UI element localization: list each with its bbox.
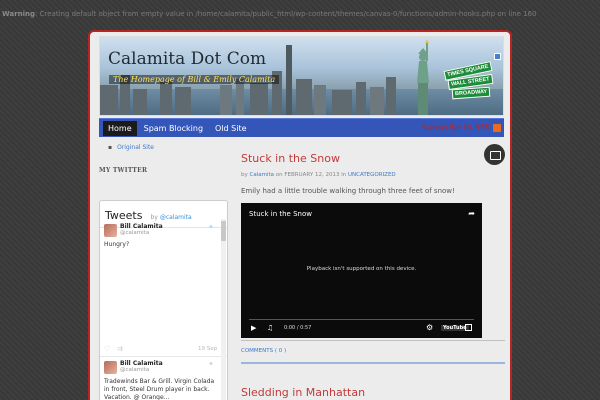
rss-icon[interactable] (493, 124, 501, 132)
play-icon[interactable]: ▶ (251, 324, 256, 332)
video-progress-bar[interactable] (249, 319, 474, 320)
nav-item-spam-blocking[interactable]: Spam Blocking (139, 121, 208, 136)
building (220, 85, 232, 115)
nav-item-old-site[interactable]: Old Site (210, 121, 252, 136)
building (386, 77, 396, 115)
twitter-timeline[interactable]: Tweets by @calamita Bill Calamita @calam… (99, 200, 228, 400)
post-body: Emily had a little trouble walking throu… (241, 187, 455, 195)
comments-link[interactable]: COMMENTS ( 0 ) (241, 348, 505, 354)
twitter-bird-icon: ✦ (208, 360, 214, 368)
tweet-author-name[interactable]: Bill Calamita (120, 223, 163, 230)
post-date: FEBRUARY 12, 2013 (284, 172, 340, 178)
statue-of-liberty-icon (417, 39, 429, 115)
main-content: Stuck in the Snow by Calamita on FEBRUAR… (241, 144, 505, 399)
building (332, 90, 352, 115)
video-title[interactable]: Stuck in the Snow (249, 210, 312, 218)
post-meta: by Calamita on FEBRUARY 12, 2013 in UNCA… (241, 172, 505, 178)
video-player[interactable]: Stuck in the Snow ➦ Playback isn't suppo… (241, 203, 482, 338)
image-icon (494, 53, 501, 60)
tweet-actions: ♡ ⇉ (104, 345, 123, 353)
share-icon[interactable]: ⇉ (117, 345, 123, 353)
site-tagline: The Homepage of Bill & Emily Calamita (109, 75, 280, 84)
share-icon[interactable]: ➦ (468, 209, 475, 218)
building (160, 81, 172, 115)
tweet-author-handle[interactable]: @calamita (120, 230, 149, 236)
avatar[interactable] (104, 361, 117, 374)
empire-state-building (286, 45, 292, 115)
twitter-by: by @calamita (151, 214, 192, 221)
post-category-link[interactable]: UNCATEGORIZED (348, 172, 396, 178)
tweet-author-handle[interactable]: @calamita (120, 367, 149, 373)
building (133, 89, 147, 115)
avatar[interactable] (104, 224, 117, 237)
php-warning: Warning: Creating default object from em… (0, 10, 600, 22)
volume-icon[interactable]: ♫ (267, 324, 273, 332)
post-title-2[interactable]: Sledding in Manhattan (241, 386, 505, 399)
building (314, 85, 326, 115)
tweet-author-name[interactable]: Bill Calamita (120, 360, 163, 367)
gear-icon[interactable]: ⚙ (426, 323, 433, 332)
building (100, 85, 118, 115)
building (175, 87, 191, 115)
tweet[interactable]: Bill Calamita @calamita ✦ Tradewinds Bar… (100, 358, 220, 400)
tweet-text: Hungry? (104, 241, 130, 248)
post-title[interactable]: Stuck in the Snow (241, 152, 505, 165)
scrollbar-thumb[interactable] (221, 221, 226, 241)
sidebar: Original Site MY TWITTER Tweets by @cala… (99, 144, 231, 400)
tweet-date[interactable]: 19 Sep (198, 346, 217, 352)
building (370, 87, 384, 115)
building (296, 79, 312, 115)
twitter-handle-link[interactable]: @calamita (160, 214, 192, 221)
warning-label: Warning (2, 10, 36, 18)
twitter-by-prefix: by (150, 214, 158, 221)
page-wrapper: TIMES SQUARE WALL STREET BROADWAY Calami… (88, 30, 512, 400)
warning-text: : Creating default object from empty val… (35, 10, 537, 18)
twitter-bird-icon: ✦ (208, 223, 214, 231)
post-divider (241, 340, 505, 341)
subscribe-link[interactable]: Subscribe to RSS (422, 123, 490, 132)
post-author-link[interactable]: Calamita (250, 172, 275, 178)
video-controls: ▶ ♫ 0:00 / 0:57 ⚙ YouTube (241, 323, 482, 335)
main-nav: Home Spam Blocking Old Site Subscribe to… (99, 118, 504, 137)
like-icon[interactable]: ♡ (104, 345, 110, 353)
video-time: 0:00 / 0:57 (284, 325, 312, 331)
nav-item-home[interactable]: Home (103, 120, 137, 136)
meta-on: on (275, 172, 283, 178)
meta-in: in (341, 172, 347, 178)
video-message: Playback isn't supported on this device. (306, 266, 417, 272)
tweet-divider (100, 356, 227, 357)
building (356, 82, 366, 115)
tweet-text: Tradewinds Bar & Grill. Virgin Colada in… (104, 378, 215, 400)
meta-by: by (241, 172, 248, 178)
site-title[interactable]: Calamita Dot Com (108, 49, 266, 69)
video-format-icon (484, 144, 505, 165)
building (236, 79, 244, 115)
tweet[interactable]: Bill Calamita @calamita ✦ Hungry? ♡ ⇉ 19… (100, 221, 220, 357)
fullscreen-icon[interactable] (465, 324, 472, 331)
twitter-scrollbar[interactable] (221, 219, 226, 400)
header-banner[interactable]: TIMES SQUARE WALL STREET BROADWAY Calami… (99, 36, 504, 116)
sidebar-heading-twitter: MY TWITTER (99, 167, 148, 174)
building (250, 83, 268, 115)
sidebar-link-original-site[interactable]: Original Site (108, 144, 231, 151)
post-separator (241, 362, 505, 364)
